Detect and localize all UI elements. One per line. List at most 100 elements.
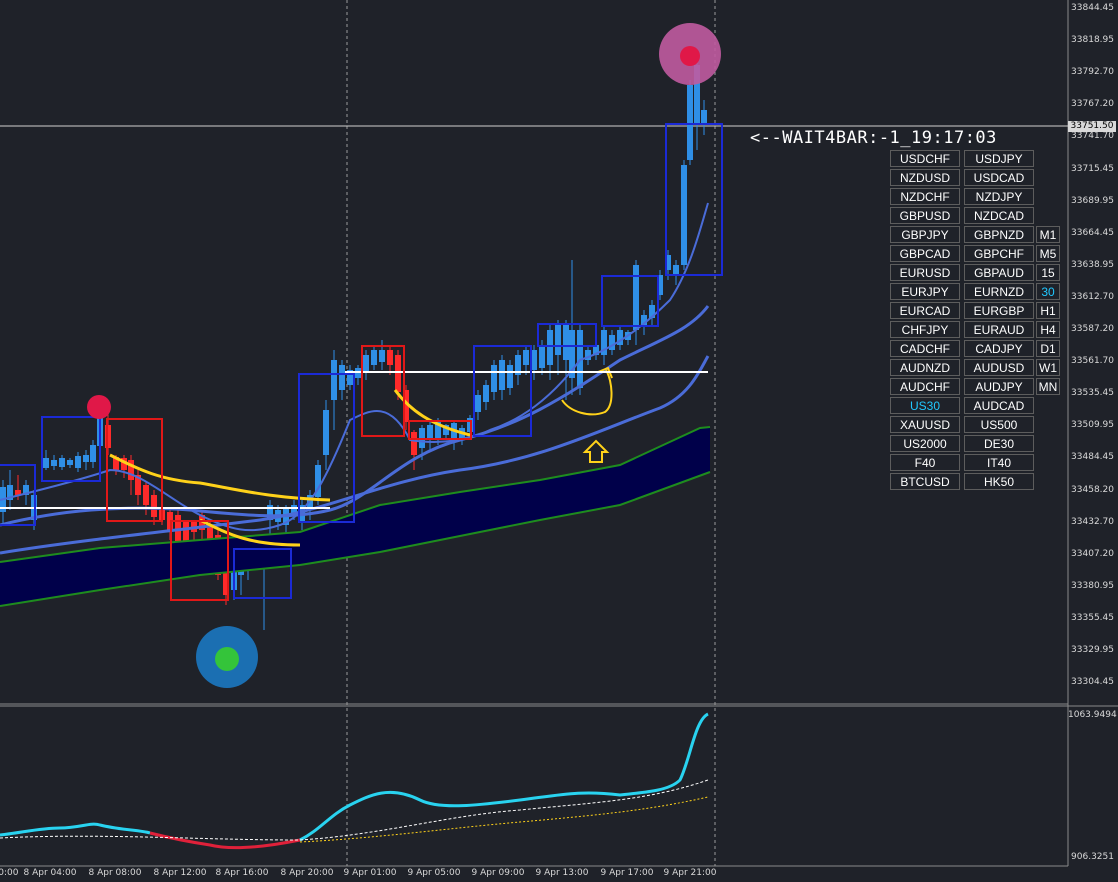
timeframe-button-15[interactable]: 15	[1036, 264, 1060, 281]
candle-body	[51, 460, 57, 466]
symbol-button-us2000[interactable]: US2000	[890, 435, 960, 452]
candle-body	[563, 325, 569, 360]
candle-body	[681, 165, 687, 265]
buy-signal-dot	[215, 647, 239, 671]
symbol-button-gbpjpy[interactable]: GBPJPY	[890, 226, 960, 243]
indicator-top-value: 1063.9494	[1068, 710, 1117, 720]
candle-body	[633, 265, 639, 330]
candle-body	[547, 330, 553, 365]
candle-body	[427, 425, 433, 440]
candle-body	[59, 458, 65, 467]
price-tick-label: 33380.95	[1071, 580, 1114, 591]
symbol-button-audusd[interactable]: AUDUSD	[964, 359, 1034, 376]
candle-body	[90, 445, 96, 462]
candle-body	[701, 110, 707, 125]
range-box	[665, 123, 723, 276]
symbol-button-it40[interactable]: IT40	[964, 454, 1034, 471]
symbol-button-gbpnzd[interactable]: GBPNZD	[964, 226, 1034, 243]
symbol-button-cadjpy[interactable]: CADJPY	[964, 340, 1034, 357]
time-tick-label: 9 Apr 21:00	[663, 868, 717, 878]
candle-body	[499, 360, 505, 390]
price-tick-label: 33818.95	[1071, 35, 1114, 46]
candle-body	[483, 385, 489, 402]
candle-body	[475, 395, 481, 412]
wait-bar-countdown: <--WAIT4BAR:-1_19:17:03	[750, 128, 997, 148]
candle-body	[555, 325, 561, 355]
sell-signal-dot-small	[87, 395, 111, 419]
symbol-button-us500[interactable]: US500	[964, 416, 1034, 433]
symbol-button-usdchf[interactable]: USDCHF	[890, 150, 960, 167]
symbol-button-eurgbp[interactable]: EURGBP	[964, 302, 1034, 319]
candle-body	[83, 455, 89, 462]
timeframe-button-d1[interactable]: D1	[1036, 340, 1060, 357]
time-tick-label: 7 Apr 20:00	[0, 868, 19, 878]
candle-body	[151, 495, 157, 517]
price-tick-label: 33484.45	[1071, 452, 1114, 463]
price-tick-label: 33458.20	[1071, 484, 1114, 495]
indicator-bottom-value: 906.3251	[1071, 852, 1114, 862]
symbol-button-hk50[interactable]: HK50	[964, 473, 1034, 490]
symbol-button-chfjpy[interactable]: CHFJPY	[890, 321, 960, 338]
symbol-button-eurjpy[interactable]: EURJPY	[890, 283, 960, 300]
price-tick-label: 33535.45	[1071, 388, 1114, 399]
candle-body	[387, 350, 393, 365]
candle-body	[75, 456, 81, 468]
symbol-button-gbpaud[interactable]: GBPAUD	[964, 264, 1034, 281]
timeframe-button-30[interactable]: 30	[1036, 283, 1060, 300]
symbol-button-gbpusd[interactable]: GBPUSD	[890, 207, 960, 224]
price-tick-label: 33844.45	[1071, 3, 1114, 13]
symbol-button-nzdusd[interactable]: NZDUSD	[890, 169, 960, 186]
symbol-button-xauusd[interactable]: XAUUSD	[890, 416, 960, 433]
price-tick-label: 33587.20	[1071, 324, 1114, 334]
time-tick-label: 8 Apr 08:00	[88, 868, 142, 878]
symbol-button-audjpy[interactable]: AUDJPY	[964, 378, 1034, 395]
timeframe-button-m5[interactable]: M5	[1036, 245, 1060, 262]
symbol-button-nzdjpy[interactable]: NZDJPY	[964, 188, 1034, 205]
candle-body	[371, 350, 377, 365]
price-tick-label: 33304.45	[1071, 677, 1114, 688]
symbol-button-us30[interactable]: US30	[890, 397, 960, 414]
price-tick-label: 33638.95	[1071, 259, 1114, 270]
symbol-button-eurnzd[interactable]: EURNZD	[964, 283, 1034, 300]
oscillator-yellow-dotted	[299, 796, 709, 843]
symbol-button-btcusd[interactable]: BTCUSD	[890, 473, 960, 490]
price-tick-label: 33407.20	[1071, 548, 1114, 559]
candle-body	[673, 265, 679, 275]
timeframe-button-h4[interactable]: H4	[1036, 321, 1060, 338]
symbol-button-usdjpy[interactable]: USDJPY	[964, 150, 1034, 167]
symbol-button-usdcad[interactable]: USDCAD	[964, 169, 1034, 186]
timeframe-button-w1[interactable]: W1	[1036, 359, 1060, 376]
sell-signal-dot	[680, 46, 700, 66]
symbol-button-audnzd[interactable]: AUDNZD	[890, 359, 960, 376]
price-tick-label: 33432.70	[1071, 516, 1114, 527]
price-tick-label: 33355.45	[1071, 612, 1114, 623]
symbol-button-audchf[interactable]: AUDCHF	[890, 378, 960, 395]
current-price-tag: 33751.50	[1068, 121, 1116, 132]
candle-body	[687, 85, 693, 160]
symbol-button-nzdcad[interactable]: NZDCAD	[964, 207, 1034, 224]
symbol-button-gbpcad[interactable]: GBPCAD	[890, 245, 960, 262]
candle-body	[143, 485, 149, 505]
symbol-button-de30[interactable]: DE30	[964, 435, 1034, 452]
symbol-button-cadchf[interactable]: CADCHF	[890, 340, 960, 357]
symbol-button-gbpchf[interactable]: GBPCHF	[964, 245, 1034, 262]
symbol-button-audcad[interactable]: AUDCAD	[964, 397, 1034, 414]
candle-body	[363, 355, 369, 372]
candle-body	[67, 460, 73, 465]
price-tick-label: 33509.95	[1071, 420, 1114, 431]
symbol-button-eurcad[interactable]: EURCAD	[890, 302, 960, 319]
price-tick-label: 33767.20	[1071, 99, 1114, 110]
symbol-button-nzdchf[interactable]: NZDCHF	[890, 188, 960, 205]
time-tick-label: 9 Apr 05:00	[407, 868, 461, 878]
timeframe-button-m1[interactable]: M1	[1036, 226, 1060, 243]
price-tick-label: 33664.45	[1071, 227, 1114, 238]
price-tick-label: 33561.70	[1071, 356, 1114, 367]
symbol-button-f40[interactable]: F40	[890, 454, 960, 471]
timeframe-button-mn[interactable]: MN	[1036, 378, 1060, 395]
symbol-button-eurusd[interactable]: EURUSD	[890, 264, 960, 281]
symbol-button-euraud[interactable]: EURAUD	[964, 321, 1034, 338]
up-arrow-icon	[582, 439, 610, 463]
timeframe-button-h1[interactable]: H1	[1036, 302, 1060, 319]
time-tick-label: 9 Apr 01:00	[343, 868, 397, 878]
price-tick-label: 33689.95	[1071, 195, 1114, 206]
